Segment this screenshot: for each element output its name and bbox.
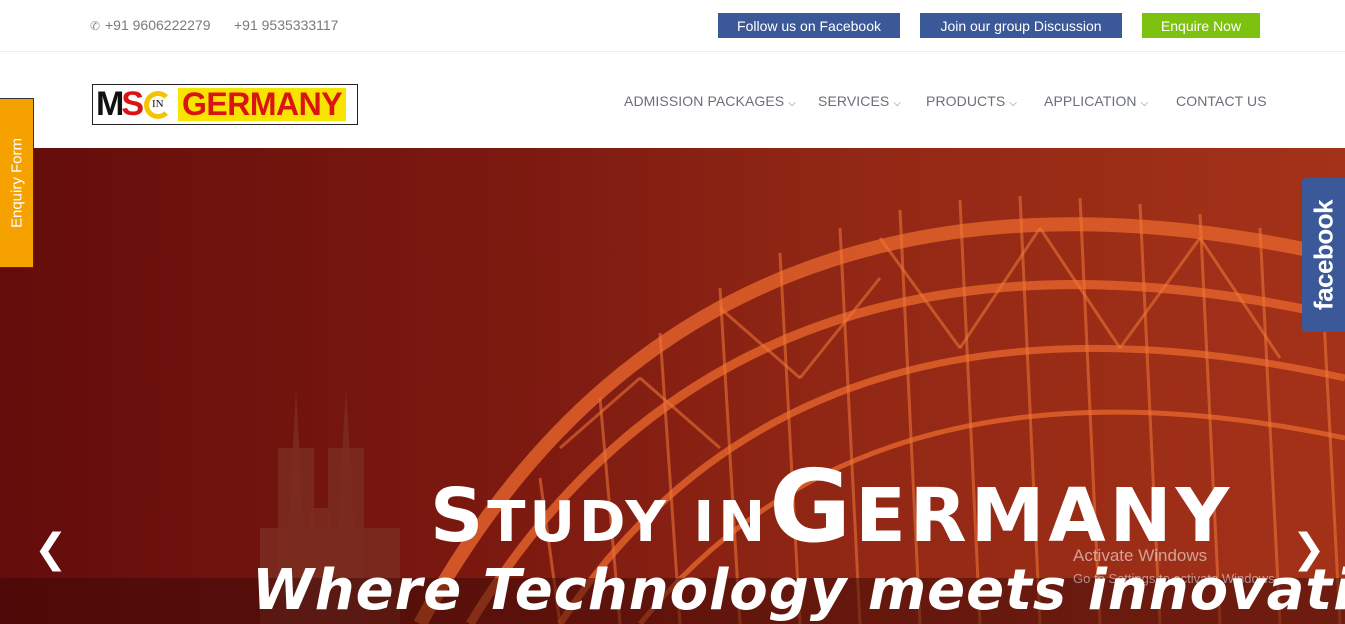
hero-title-s: S: [430, 473, 488, 559]
chevron-down-icon: ⌵: [1009, 98, 1018, 109]
phone-icon: ✆: [90, 19, 101, 33]
phone-number-2[interactable]: +91 9535333117: [234, 17, 338, 33]
chevron-down-icon: ⌵: [893, 98, 902, 109]
logo-in: IN: [152, 97, 164, 110]
slider-prev-icon[interactable]: ❮: [34, 526, 68, 572]
hero-subtitle: Where Technology meets innovation: [252, 558, 1345, 623]
top-bar: ✆ +91 9606222279 +91 9535333117 Follow us…: [0, 0, 1345, 52]
logo-c-ring: IN: [144, 88, 174, 122]
enquire-now-button[interactable]: Enquire Now: [1142, 13, 1260, 38]
activate-windows-subtext: Go to Settings to activate Windows.: [1073, 571, 1279, 586]
hero-title-g: G: [769, 448, 856, 565]
nav-application[interactable]: APPLICATION ⌵: [1044, 93, 1148, 109]
logo-m: M: [96, 85, 124, 123]
chevron-down-icon: ⌵: [1140, 98, 1149, 109]
site-logo[interactable]: M S IN GERMANY: [92, 84, 358, 125]
activate-windows-watermark: Activate Windows: [1073, 546, 1208, 565]
hero-title-tudy: TUDY IN: [487, 490, 770, 555]
nav-products[interactable]: PRODUCTS ⌵: [926, 93, 1017, 109]
join-group-button[interactable]: Join our group Discussion: [920, 13, 1122, 38]
nav-contact-us[interactable]: CONTACT US: [1176, 93, 1267, 109]
slider-next-icon[interactable]: ❯: [1292, 526, 1326, 572]
facebook-side-tab[interactable]: facebook: [1302, 178, 1345, 332]
nav-admission-packages[interactable]: ADMISSION PACKAGES ⌵: [624, 93, 796, 109]
enquiry-form-tab[interactable]: Enquiry Form: [0, 98, 34, 268]
site-header: M S IN GERMANY ADMISSION PACKAGES ⌵ SERVI…: [0, 53, 1345, 148]
logo-s: S: [121, 85, 144, 123]
phone-number-1[interactable]: ✆ +91 9606222279: [90, 17, 211, 33]
chevron-down-icon: ⌵: [788, 98, 796, 109]
follow-facebook-button[interactable]: Follow us on Facebook: [718, 13, 900, 38]
hero-slider: STUDY INGERMANY Where Technology meets i…: [0, 148, 1345, 624]
logo-germany: GERMANY: [178, 88, 347, 121]
nav-services[interactable]: SERVICES ⌵: [818, 93, 901, 109]
